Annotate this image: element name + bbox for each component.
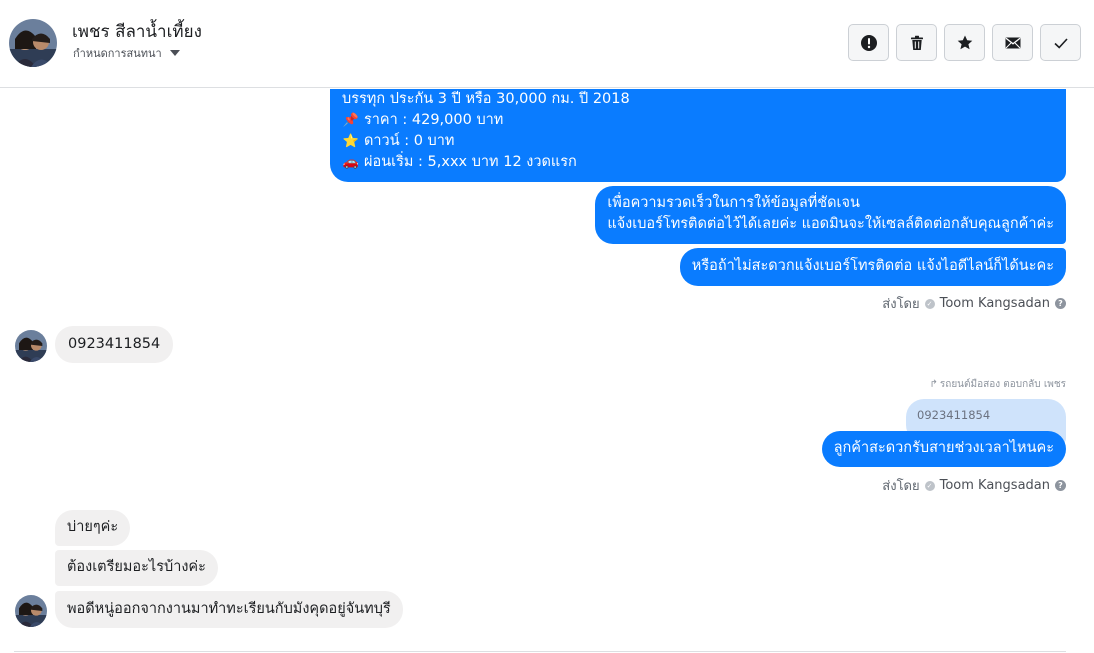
request-phone-message[interactable]: เพื่อความรวดเร็วในการให้ข้อมูลที่ชัดเจน … bbox=[595, 186, 1066, 244]
conversation-toolbar bbox=[848, 24, 1081, 61]
sent-by-info: ส่งโดย ✓ Toom Kangsadan ? bbox=[882, 293, 1066, 314]
customer-message[interactable]: พอดีหนู่ออกจากงานมาทำทะเรียนกับมังคุดอยู… bbox=[55, 591, 403, 628]
help-icon[interactable]: ? bbox=[1055, 480, 1066, 491]
pushpin-icon: 📌 bbox=[342, 113, 360, 128]
customer-phone-message[interactable]: 0923411854 bbox=[55, 326, 174, 363]
installment-line: ผ่อนเริ่ม : 5,xxx บาท 12 งวดแรก bbox=[364, 154, 577, 170]
contact-avatar[interactable] bbox=[9, 19, 57, 67]
car-info-line: บรรทุก ประกัน 3 ปี หรือ 30,000 กม. ปี 20… bbox=[342, 91, 630, 107]
conversation-header: เพชร สีลาน้ำเที้ยง กำหนดการสนทนา bbox=[0, 0, 1094, 88]
sender-name[interactable]: Toom Kangsadan bbox=[940, 478, 1050, 493]
car-info-message[interactable]: บรรทุก ประกัน 3 ปี หรือ 30,000 กม. ปี 20… bbox=[330, 89, 1066, 182]
customer-message[interactable]: บ่ายๆค่ะ bbox=[55, 510, 131, 546]
message-line: เพื่อความรวดเร็วในการให้ข้อมูลที่ชัดเจน bbox=[607, 195, 860, 211]
alt-contact-message[interactable]: หรือถ้าไม่สะดวกแจ้งเบอร์โทรติดต่อ แจ้งไอ… bbox=[679, 248, 1066, 286]
delete-button[interactable] bbox=[896, 24, 937, 61]
help-icon[interactable]: ? bbox=[1055, 298, 1066, 309]
ask-time-message[interactable]: ลูกค้าสะดวกรับสายช่วงเวลาไหนคะ bbox=[821, 431, 1066, 467]
done-button[interactable] bbox=[1040, 24, 1081, 61]
reply-arrow-icon: ↱ bbox=[929, 379, 938, 390]
star-emoji-icon: ⭐ bbox=[342, 134, 360, 149]
sent-by-label: ส่งโดย bbox=[882, 479, 920, 494]
sent-by-label: ส่งโดย bbox=[882, 297, 920, 312]
mark-unread-button[interactable] bbox=[992, 24, 1033, 61]
verified-icon: ✓ bbox=[924, 298, 935, 309]
assign-conversation-dropdown[interactable]: กำหนดการสนทนา bbox=[73, 44, 180, 62]
customer-avatar[interactable] bbox=[15, 595, 47, 627]
spam-button[interactable] bbox=[848, 24, 889, 61]
star-button[interactable] bbox=[944, 24, 985, 61]
verified-icon: ✓ bbox=[924, 480, 935, 491]
reply-info-text: รถยนต์มือสอง ตอบกลับ เพชร bbox=[939, 379, 1066, 390]
contact-name[interactable]: เพชร สีลาน้ำเที้ยง bbox=[72, 18, 202, 45]
envelope-icon bbox=[1005, 37, 1020, 48]
assign-label: กำหนดการสนทนา bbox=[73, 47, 162, 60]
price-line: ราคา : 429,000 บาท bbox=[364, 112, 504, 128]
star-icon bbox=[957, 35, 972, 49]
caret-down-icon bbox=[169, 50, 180, 56]
sender-name[interactable]: Toom Kangsadan bbox=[940, 296, 1050, 311]
message-line: แจ้งเบอร์โทรติดต่อไว้ได้เลยค่ะ แอดมินจะใ… bbox=[607, 216, 1054, 232]
message-thread[interactable]: บรรทุก ประกัน 3 ปี หรือ 30,000 กม. ปี 20… bbox=[0, 89, 1094, 649]
customer-avatar[interactable] bbox=[15, 330, 47, 362]
down-payment-line: ดาวน์ : 0 บาท bbox=[364, 133, 455, 149]
composer-divider bbox=[14, 651, 1066, 652]
reply-info: ↱ รถยนต์มือสอง ตอบกลับ เพชร bbox=[930, 377, 1067, 392]
car-emoji-icon: 🚗 bbox=[342, 155, 360, 170]
exclamation-icon bbox=[860, 34, 877, 51]
sent-by-info: ส่งโดย ✓ Toom Kangsadan ? bbox=[882, 475, 1066, 496]
customer-message[interactable]: ต้องเตรียมอะไรบ้างค่ะ bbox=[55, 550, 218, 586]
checkmark-icon bbox=[1053, 37, 1068, 49]
trash-icon bbox=[910, 35, 923, 50]
